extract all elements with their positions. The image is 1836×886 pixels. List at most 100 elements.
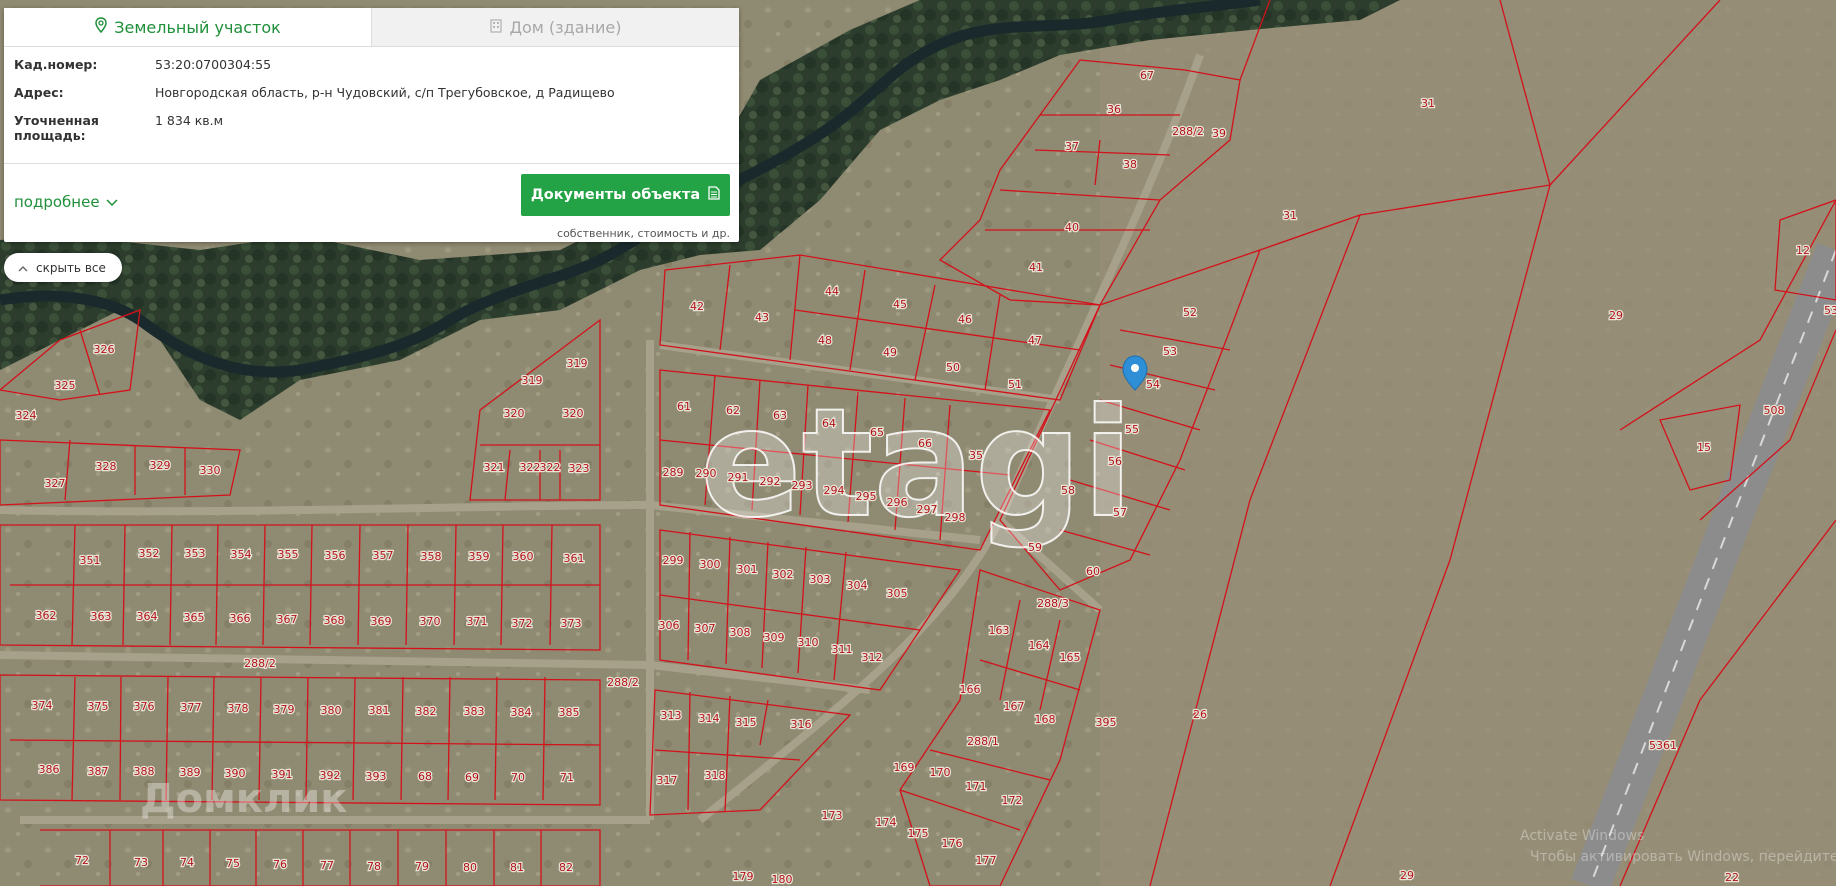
plot-number-label: 326 bbox=[94, 343, 115, 356]
hide-all-label: скрыть все bbox=[36, 260, 106, 275]
plot-number-label: 175 bbox=[908, 827, 929, 840]
plot-number-label: 367 bbox=[277, 613, 298, 626]
plot-number-label: 365 bbox=[184, 611, 205, 624]
plot-number-label: 325 bbox=[55, 379, 76, 392]
plot-number-label: 164 bbox=[1029, 639, 1050, 652]
plot-number-label: 60 bbox=[1086, 565, 1100, 578]
plot-number-label: 508 bbox=[1764, 404, 1785, 417]
plot-number-label: 288/3 bbox=[1037, 597, 1069, 610]
plot-number-label: 314 bbox=[699, 712, 720, 725]
plot-number-label: 351 bbox=[80, 554, 101, 567]
plot-number-label: 289 bbox=[663, 466, 684, 479]
plot-number-label: 385 bbox=[559, 706, 580, 719]
plot-number-label: 288/1 bbox=[967, 735, 999, 748]
plot-number-label: 29 bbox=[1400, 869, 1414, 882]
plot-number-label: 15 bbox=[1697, 441, 1711, 454]
plot-number-label: 49 bbox=[883, 346, 897, 359]
plot-number-label: 320 bbox=[563, 407, 584, 420]
plot-number-label: 386 bbox=[39, 763, 60, 776]
plot-number-label: 358 bbox=[421, 550, 442, 563]
plot-number-label: 52 bbox=[1183, 306, 1197, 319]
plot-number-label: 395 bbox=[1096, 716, 1117, 729]
plot-number-label: 73 bbox=[134, 856, 148, 869]
object-documents-button[interactable]: Документы объекта bbox=[521, 174, 730, 216]
plot-number-label: 173 bbox=[822, 809, 843, 822]
plot-number-label: 309 bbox=[764, 631, 785, 644]
plot-number-label: 35 bbox=[969, 449, 983, 462]
plot-number-label: 370 bbox=[420, 615, 441, 628]
plot-number-label: 31 bbox=[1421, 97, 1435, 110]
windows-activation-line2: Чтобы активировать Windows, перейдите в … bbox=[1530, 849, 1836, 865]
plot-number-label: 316 bbox=[791, 718, 812, 731]
plot-number-label: 393 bbox=[366, 770, 387, 783]
plot-number-label: 59 bbox=[1028, 541, 1042, 554]
plot-number-label: 354 bbox=[231, 548, 252, 561]
info-key: Кад.номер: bbox=[14, 57, 98, 72]
marker-dot bbox=[1131, 364, 1139, 372]
plot-number-label: 66 bbox=[918, 437, 932, 450]
plot-number-label: 362 bbox=[36, 609, 57, 622]
location-pin-icon bbox=[94, 17, 108, 37]
plot-number-label: 389 bbox=[180, 766, 201, 779]
info-rows: Кад.номер: 53:20:0700304:55 Адрес: Новго… bbox=[4, 47, 739, 143]
plot-number-label: 40 bbox=[1065, 221, 1079, 234]
plot-number-label: 295 bbox=[856, 490, 877, 503]
plot-number-label: 320 bbox=[504, 407, 525, 420]
plot-number-label: 69 bbox=[465, 771, 479, 784]
info-value: Новгородская область, р-н Чудовский, с/п… bbox=[155, 85, 615, 100]
plot-number-label: 317 bbox=[657, 774, 678, 787]
plot-number-label: 390 bbox=[225, 767, 246, 780]
plot-number-label: 312 bbox=[862, 651, 883, 664]
more-details-link[interactable]: подробнее bbox=[14, 193, 118, 211]
info-row-address: Адрес: Новгородская область, р-н Чудовск… bbox=[14, 85, 739, 100]
plot-number-label: 67 bbox=[1140, 69, 1154, 82]
plot-number-label: 171 bbox=[966, 780, 987, 793]
plot-number-label: 366 bbox=[230, 612, 251, 625]
plot-number-label: 38 bbox=[1123, 158, 1137, 171]
plot-number-label: 300 bbox=[700, 558, 721, 571]
plot-number-label: 356 bbox=[325, 549, 346, 562]
plot-number-label: 294 bbox=[824, 484, 845, 497]
plot-number-label: 44 bbox=[825, 285, 839, 298]
plot-number-label: 31 bbox=[1283, 209, 1297, 222]
plot-number-label: 302 bbox=[773, 568, 794, 581]
plot-number-label: 36 bbox=[1107, 103, 1121, 116]
chevron-up-icon bbox=[18, 261, 28, 275]
object-documents-label: Документы объекта bbox=[530, 187, 701, 203]
plot-number-label: 80 bbox=[463, 861, 477, 874]
plot-number-label: 383 bbox=[464, 705, 485, 718]
plot-number-label: 313 bbox=[661, 709, 682, 722]
plot-number-label: 355 bbox=[278, 548, 299, 561]
plot-number-label: 180 bbox=[772, 873, 793, 886]
plot-number-label: 296 bbox=[887, 496, 908, 509]
info-row-area: Уточненная площадь: 1 834 кв.м bbox=[14, 113, 739, 143]
plot-number-label: 174 bbox=[876, 816, 897, 829]
plot-number-label: 392 bbox=[320, 769, 341, 782]
plot-number-label: 361 bbox=[564, 552, 585, 565]
hide-all-button[interactable]: скрыть все bbox=[4, 253, 122, 282]
plot-number-label: 170 bbox=[930, 766, 951, 779]
plot-number-label: 298 bbox=[945, 511, 966, 524]
plot-number-label: 378 bbox=[228, 702, 249, 715]
plot-number-label: 81 bbox=[510, 861, 524, 874]
plot-number-label: 45 bbox=[893, 298, 907, 311]
plot-number-label: 380 bbox=[321, 704, 342, 717]
plot-number-label: 308 bbox=[730, 626, 751, 639]
plot-number-label: 304 bbox=[847, 579, 868, 592]
plot-number-label: 46 bbox=[958, 313, 972, 326]
plot-number-label: 22 bbox=[1725, 871, 1739, 884]
plot-number-label: 391 bbox=[272, 768, 293, 781]
plot-number-label: 330 bbox=[200, 464, 221, 477]
plot-number-label: 301 bbox=[737, 563, 758, 576]
plot-number-label: 74 bbox=[180, 856, 194, 869]
plot-number-label: 71 bbox=[560, 771, 574, 784]
plot-number-label: 168 bbox=[1035, 713, 1056, 726]
plot-number-label: 63 bbox=[773, 409, 787, 422]
plot-number-label: 357 bbox=[373, 549, 394, 562]
tab-land-plot[interactable]: Земельный участок bbox=[4, 8, 371, 46]
plot-number-label: 167 bbox=[1004, 700, 1025, 713]
tab-building[interactable]: Дом (здание) bbox=[371, 8, 739, 46]
plot-number-label: 39 bbox=[1212, 127, 1226, 140]
plot-number-label: 324 bbox=[16, 409, 37, 422]
plot-number-label: 77 bbox=[320, 859, 334, 872]
